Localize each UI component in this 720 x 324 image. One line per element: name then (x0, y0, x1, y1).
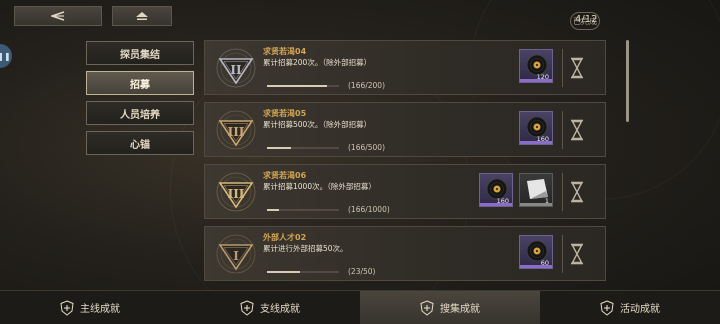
reward-quantity: 60 (540, 259, 549, 267)
progress-bar-fill (267, 209, 279, 211)
achievement-card[interactable]: III 求贤若渴06 累计招募1000次。（除外部招募） (166/1000) 16… (204, 164, 606, 219)
shield-plus-icon (600, 299, 614, 316)
shield-plus-icon (240, 299, 254, 316)
reward-item[interactable]: 60 (519, 235, 553, 269)
progress-text: (166/200) (348, 81, 386, 90)
achievement-emblem-icon: II (215, 47, 257, 89)
achievement-title: 求贤若渴05 (263, 109, 307, 118)
reward-quantity: 160 (496, 197, 509, 205)
reward-item[interactable]: 160 (519, 111, 553, 145)
progress-bar-fill (267, 147, 291, 149)
hourglass-icon (569, 243, 585, 265)
card-divider (562, 173, 563, 211)
card-divider (562, 235, 563, 273)
achievement-card[interactable]: II 求贤若渴04 累计招募200次。（除外部招募） (166/200) 120 (204, 40, 606, 95)
tab-0[interactable]: 主线成就 (0, 291, 180, 324)
achievement-description: 累计招募1000次。（除外部招募） (263, 182, 376, 191)
tab-label: 支线成就 (260, 304, 300, 315)
reward-quantity: 160 (536, 135, 549, 143)
achievement-card[interactable]: I 外部人才02 累计进行外部招募50次。 (23/50) 60 (204, 226, 606, 281)
svg-text:III: III (228, 187, 245, 201)
achievement-description: 累计进行外部招募50次。 (263, 244, 348, 253)
shield-plus-icon (420, 299, 434, 316)
reward-item[interactable]: 120 (519, 49, 553, 83)
tab-2[interactable]: 搜集成就 (360, 291, 540, 324)
progress-text: (23/50) (348, 267, 376, 276)
tab-label: 活动成就 (620, 304, 660, 315)
tab-1[interactable]: 支线成就 (180, 291, 360, 324)
completion-count: 4/12 (575, 14, 598, 25)
shield-plus-icon (60, 299, 74, 316)
achievement-emblem-icon: III (215, 109, 257, 151)
menu-item-0[interactable]: 探员集结 (86, 41, 194, 65)
progress-bar-fill (267, 85, 327, 87)
menu-item-2[interactable]: 人员培养 (86, 101, 194, 125)
achievement-card[interactable]: III 求贤若渴05 累计招募500次。（除外部招募） (166/500) 160 (204, 102, 606, 157)
hourglass-icon (569, 181, 585, 203)
back-arrow-icon (51, 11, 65, 21)
progress-bar (267, 85, 339, 87)
home-button[interactable] (112, 6, 172, 26)
achievement-title: 求贤若渴06 (263, 171, 307, 180)
progress-bar (267, 271, 339, 273)
achievement-description: 累计招募200次。（除外部招募） (263, 58, 372, 67)
svg-text:II: II (230, 63, 242, 77)
progress-bar (267, 147, 339, 149)
achievement-title: 求贤若渴04 (263, 47, 307, 56)
svg-text:I: I (233, 249, 239, 263)
achievement-emblem-icon: III (215, 171, 257, 213)
svg-text:III: III (228, 125, 245, 139)
home-icon (136, 12, 148, 20)
tab-label: 搜集成就 (440, 304, 480, 315)
reward-item[interactable]: 160 (479, 173, 513, 207)
menu-item-1[interactable]: 招募 (86, 71, 194, 95)
side-drawer-handle[interactable]: ❚❚ (0, 44, 12, 68)
progress-text: (166/500) (348, 143, 386, 152)
tab-label: 主线成就 (80, 304, 120, 315)
progress-bar (267, 209, 339, 211)
category-menu: 探员集结招募人员培养心锚 (86, 41, 194, 161)
achievement-list[interactable]: II 求贤若渴04 累计招募200次。（除外部招募） (166/200) 120 I… (204, 40, 606, 290)
tab-3[interactable]: 活动成就 (540, 291, 720, 324)
list-scrollbar[interactable] (626, 40, 629, 122)
menu-item-3[interactable]: 心锚 (86, 131, 194, 155)
hourglass-icon (569, 119, 585, 141)
reward-item[interactable]: 1 (519, 173, 553, 207)
reward-quantity: 1 (544, 197, 549, 205)
reward-quantity: 120 (536, 73, 549, 81)
hourglass-icon (569, 57, 585, 79)
progress-text: (166/1000) (348, 205, 390, 214)
achievement-title: 外部人才02 (263, 233, 307, 242)
achievement-description: 累计招募500次。（除外部招募） (263, 120, 372, 129)
progress-bar-fill (267, 271, 301, 273)
achievement-emblem-icon: I (215, 233, 257, 275)
card-divider (562, 49, 563, 87)
card-divider (562, 111, 563, 149)
achievement-tab-bar: 主线成就 支线成就 搜集成就 活动成就 (0, 290, 720, 324)
back-button[interactable] (14, 6, 102, 26)
